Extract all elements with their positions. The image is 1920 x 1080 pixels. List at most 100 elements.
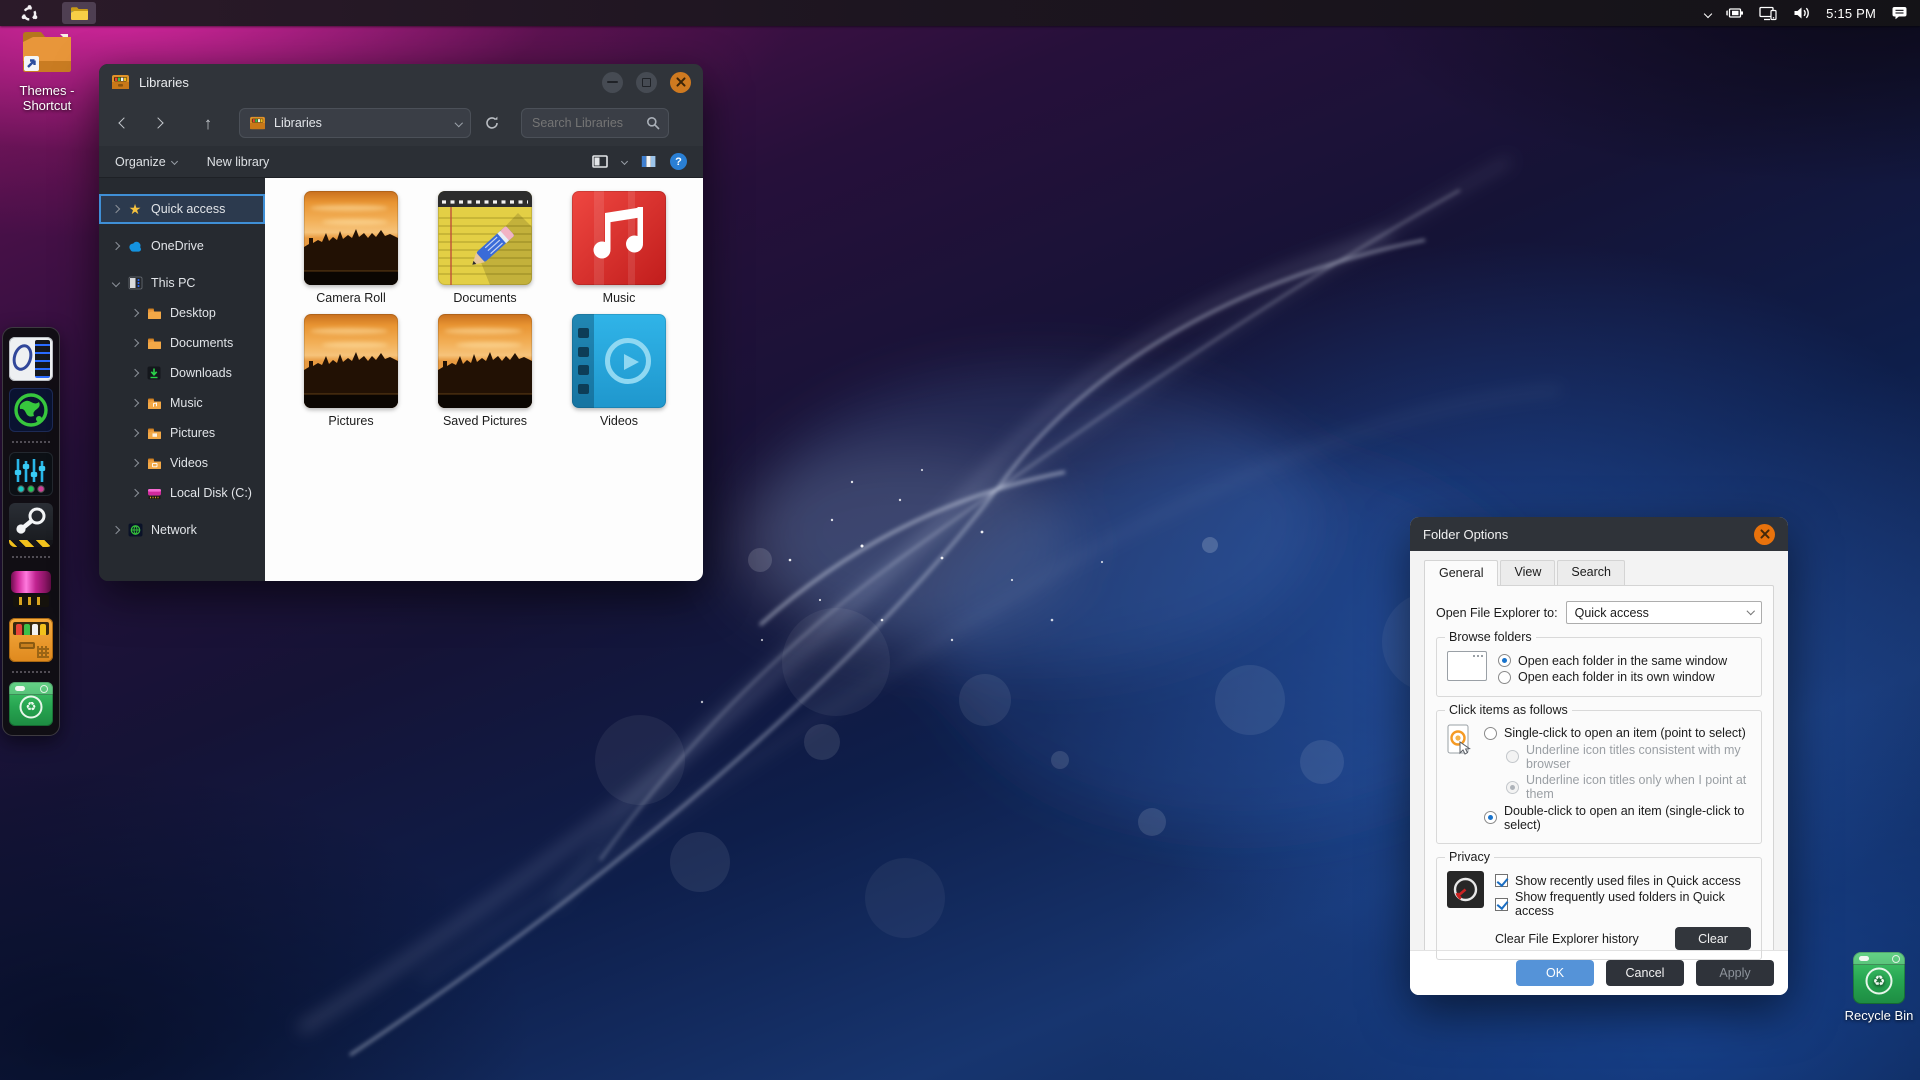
up-button[interactable]: ↑ (195, 110, 221, 136)
details-pane-toggle[interactable] (641, 155, 656, 168)
sidebar-label: Network (151, 523, 197, 537)
sidebar-label: Music (170, 396, 203, 410)
back-button[interactable] (111, 110, 137, 136)
library-tile-videos[interactable]: Videos (552, 314, 686, 428)
explorer-titlebar[interactable]: Libraries (99, 64, 703, 100)
desktop-icon-recycle-bin[interactable]: ♻ Recycle Bin (1834, 952, 1920, 1023)
dock-file-cabinet-icon[interactable] (9, 618, 53, 662)
sidebar-item-music[interactable]: Music (99, 388, 265, 418)
this-pc-icon (127, 275, 143, 291)
radio-button (1498, 654, 1511, 667)
expand-chevron-icon[interactable] (112, 242, 120, 250)
library-tile-pictures[interactable]: Pictures (284, 314, 418, 428)
library-tile-saved-pictures[interactable]: Saved Pictures (418, 314, 552, 428)
recycle-glyph: ♻ (26, 700, 37, 714)
browse-folders-icon (1447, 651, 1487, 681)
dock: ♻ (2, 327, 60, 736)
apply-button[interactable]: Apply (1696, 960, 1774, 986)
taskbar-file-explorer-button[interactable] (62, 2, 96, 24)
sidebar-item-onedrive[interactable]: OneDrive (99, 231, 265, 261)
forward-button[interactable] (145, 110, 171, 136)
tab-general[interactable]: General (1424, 560, 1498, 586)
library-tile-documents[interactable]: Documents (418, 191, 552, 305)
radio-label: Underline icon titles only when I point … (1526, 773, 1751, 801)
dock-steam-icon[interactable] (9, 503, 53, 547)
sidebar-item-local-disk-c[interactable]: Local Disk (C:) (99, 478, 265, 508)
sidebar-label: Desktop (170, 306, 216, 320)
search-input[interactable] (522, 116, 646, 130)
organize-menu[interactable]: Organize (115, 155, 177, 169)
battery-icon[interactable] (1726, 7, 1744, 19)
folder-options-titlebar[interactable]: Folder Options (1410, 517, 1788, 551)
privacy-history-icon (1447, 871, 1484, 908)
expand-chevron-icon[interactable] (131, 339, 139, 347)
library-tile-music[interactable]: Music (552, 191, 686, 305)
refresh-button[interactable] (479, 115, 505, 131)
address-bar[interactable]: Libraries (239, 108, 471, 138)
sidebar-item-desktop[interactable]: Desktop (99, 298, 265, 328)
open-file-explorer-label: Open File Explorer to: (1436, 606, 1558, 620)
sidebar-item-this-pc[interactable]: This PC (99, 268, 265, 298)
checkbox-recent-files[interactable]: Show recently used files in Quick access (1495, 874, 1751, 888)
desktop-icon-label: Shortcut (2, 98, 92, 113)
dock-recycle-bin-icon[interactable]: ♻ (9, 682, 53, 726)
expand-chevron-icon[interactable] (112, 526, 120, 534)
ok-button[interactable]: OK (1516, 960, 1594, 986)
explorer-navigation-pane: ★ Quick access OneDrive (99, 178, 265, 581)
tab-view[interactable]: View (1500, 560, 1555, 585)
dropdown-value: Quick access (1575, 606, 1649, 620)
sidebar-label: Documents (170, 336, 233, 350)
dock-removable-drive-icon[interactable] (9, 567, 53, 611)
tile-label: Saved Pictures (418, 414, 552, 428)
library-tile-camera-roll[interactable]: Camera Roll (284, 191, 418, 305)
radio-double-click[interactable]: Double-click to open an item (single-cli… (1484, 804, 1751, 832)
preview-pane-toggle[interactable] (592, 155, 608, 168)
radio-single-click[interactable]: Single-click to open an item (point to s… (1484, 726, 1751, 740)
dock-network-globe-icon[interactable] (9, 388, 53, 432)
maximize-button[interactable] (636, 72, 657, 93)
sidebar-item-pictures[interactable]: Pictures (99, 418, 265, 448)
group-legend: Browse folders (1445, 630, 1536, 644)
clear-button[interactable]: Clear (1675, 927, 1751, 950)
checkbox-frequent-folders[interactable]: Show frequently used folders in Quick ac… (1495, 890, 1751, 918)
dock-audio-mixer-icon[interactable] (9, 452, 53, 496)
close-button[interactable] (670, 72, 691, 93)
dialog-close-button[interactable] (1754, 524, 1775, 545)
radio-same-window[interactable]: Open each folder in the same window (1498, 654, 1751, 668)
sidebar-item-quick-access[interactable]: ★ Quick access (99, 194, 265, 224)
expand-chevron-icon[interactable] (131, 429, 139, 437)
notifications-icon[interactable] (1891, 5, 1908, 21)
new-library-button[interactable]: New library (207, 155, 270, 169)
expand-chevron-icon[interactable] (131, 489, 139, 497)
taskbar-ubuntu-launcher[interactable] (12, 2, 46, 24)
minimize-button[interactable] (602, 72, 623, 93)
tab-search[interactable]: Search (1557, 560, 1625, 585)
expand-chevron-icon[interactable] (131, 369, 139, 377)
sidebar-item-network[interactable]: Network (99, 515, 265, 545)
sidebar-item-documents[interactable]: Documents (99, 328, 265, 358)
expand-chevron-icon[interactable] (131, 309, 139, 317)
search-box[interactable] (521, 108, 669, 138)
cancel-button[interactable]: Cancel (1606, 960, 1684, 986)
folder-options-dialog: Folder Options General View Search Open … (1410, 517, 1788, 995)
desktop-icon-themes-shortcut[interactable]: Themes - Shortcut (2, 28, 92, 113)
dock-system-monitor-icon[interactable] (9, 337, 53, 381)
display-network-icon[interactable] (1759, 6, 1778, 21)
expand-chevron-icon[interactable] (131, 459, 139, 467)
collapse-chevron-icon[interactable] (112, 279, 120, 287)
pictures-thumbnail (304, 314, 398, 408)
taskbar-clock[interactable]: 5:15 PM (1826, 6, 1876, 21)
expand-chevron-icon[interactable] (112, 205, 120, 213)
help-button[interactable]: ? (670, 153, 687, 170)
sidebar-item-downloads[interactable]: Downloads (99, 358, 265, 388)
sidebar-item-videos[interactable]: Videos (99, 448, 265, 478)
dock-separator (12, 441, 50, 443)
click-items-group: Click items as follows Single-click to o… (1436, 710, 1762, 845)
tray-expand-button[interactable] (1705, 4, 1711, 22)
volume-icon[interactable] (1793, 6, 1811, 20)
view-dropdown-icon[interactable] (621, 158, 628, 165)
open-to-dropdown[interactable]: Quick access (1566, 601, 1762, 624)
address-dropdown-icon[interactable] (454, 119, 462, 127)
expand-chevron-icon[interactable] (131, 399, 139, 407)
radio-own-window[interactable]: Open each folder in its own window (1498, 670, 1751, 684)
